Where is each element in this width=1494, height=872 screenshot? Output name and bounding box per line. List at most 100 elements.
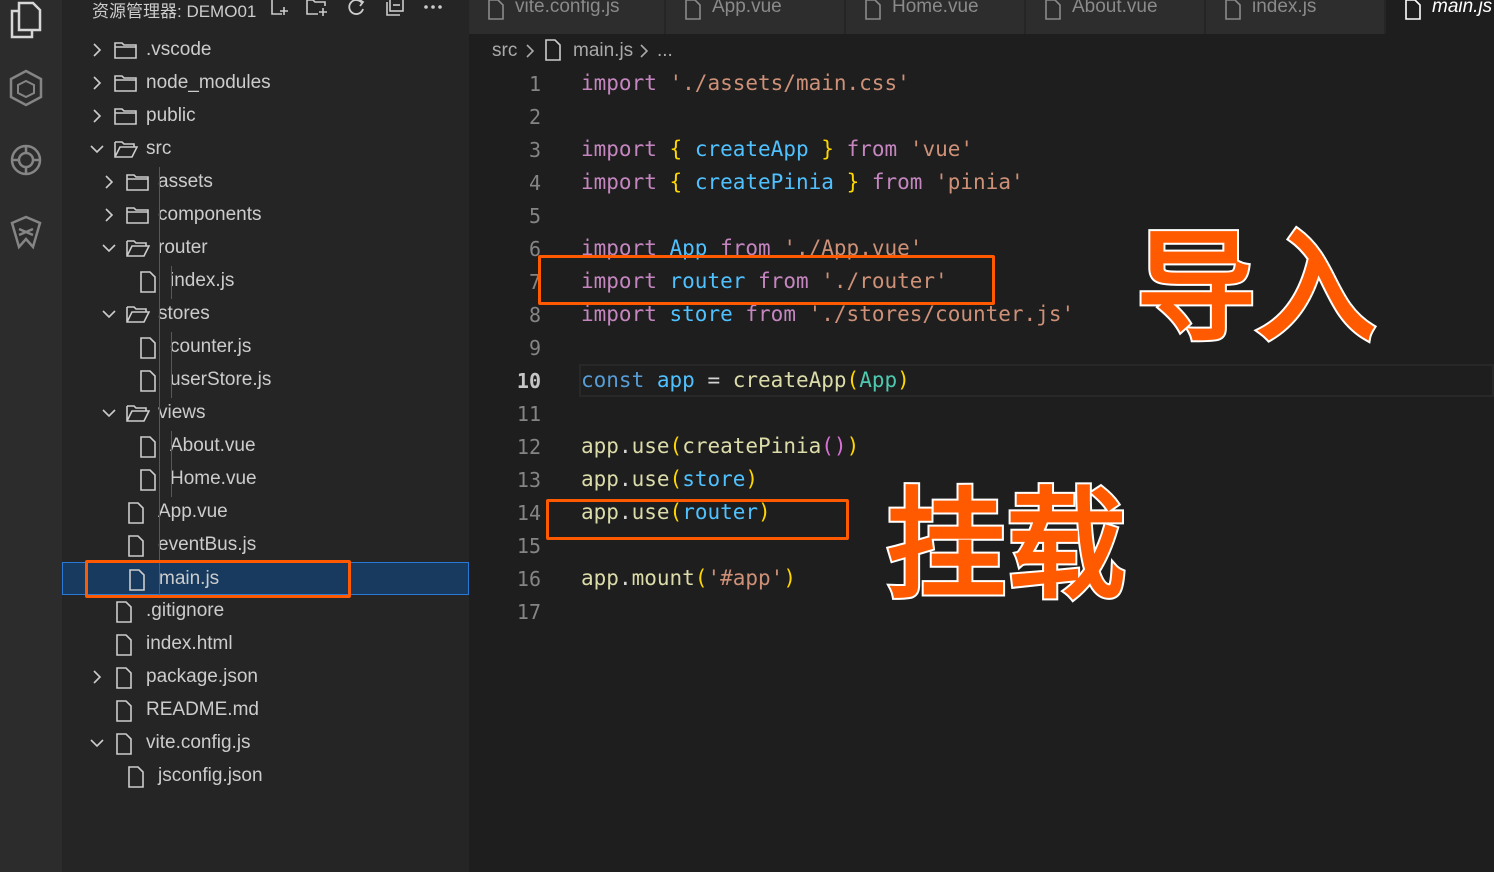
code-token: ( [694, 566, 708, 590]
chevron-right-icon[interactable] [102, 207, 116, 223]
chevron-right-icon [524, 42, 536, 66]
code-line[interactable]: app.use(createPinia()) [581, 430, 859, 463]
code-token: from [871, 170, 923, 194]
editor-tab-label: Home.vue [892, 0, 979, 17]
main-js-highlight [85, 560, 351, 598]
code-token: ( [846, 368, 860, 392]
tree-item-label: components [158, 204, 262, 225]
code-line[interactable]: const app = createApp(App) [581, 364, 910, 397]
code-line[interactable]: import './assets/main.css' [581, 67, 910, 100]
tree-item[interactable]: counter.js [62, 331, 469, 364]
more-icon[interactable] [422, 0, 444, 18]
tree-item[interactable]: index.html [62, 628, 469, 661]
code-token: { [669, 137, 683, 161]
tree-item[interactable]: App.vue [62, 496, 469, 529]
extensions-icon[interactable] [6, 68, 46, 108]
code-token: app [581, 434, 619, 458]
editor-tab[interactable]: Home.vue [846, 0, 1025, 34]
chevron-right-icon[interactable] [90, 669, 104, 685]
tree-item[interactable]: .gitignore [62, 595, 469, 628]
chevron-down-icon[interactable] [102, 306, 116, 322]
tree-item-label: About.vue [170, 435, 256, 456]
tree-item[interactable]: .vscode [62, 34, 469, 67]
chevron-right-icon[interactable] [90, 75, 104, 91]
file-icon [114, 700, 138, 722]
explorer-title: 资源管理器: DEMO01 [92, 2, 257, 21]
tree-item[interactable]: src [62, 133, 469, 166]
tree-item-label: src [146, 138, 172, 159]
file-icon [114, 733, 138, 755]
tree-item[interactable]: README.md [62, 694, 469, 727]
collapse-icon[interactable] [384, 0, 406, 18]
breadcrumb-file[interactable]: main.js [573, 40, 633, 62]
tree-item[interactable]: index.js [62, 265, 469, 298]
file-icon [1224, 0, 1242, 20]
refresh-icon[interactable] [345, 0, 367, 18]
chevron-down-icon[interactable] [102, 405, 116, 421]
line-number: 6 [528, 237, 541, 261]
file-icon [684, 0, 702, 20]
code-line[interactable]: import { createApp } from 'vue' [581, 133, 973, 166]
explorer-icon[interactable] [6, 0, 46, 40]
tree-item[interactable]: views [62, 397, 469, 430]
code-token: app [581, 566, 619, 590]
chevron-right-icon[interactable] [102, 174, 116, 190]
chevron-right-icon[interactable] [90, 108, 104, 124]
indent-guide [171, 431, 172, 497]
chatgpt-icon[interactable] [6, 140, 46, 180]
tree-item[interactable]: public [62, 100, 469, 133]
code-token: . [618, 566, 632, 590]
tree-item[interactable]: router [62, 232, 469, 265]
line-number: 7 [528, 270, 541, 294]
tree-item[interactable]: package.json [62, 661, 469, 694]
line-number: 16 [516, 567, 541, 591]
breadcrumb-more[interactable]: ... [657, 40, 673, 62]
folder-open-icon [126, 238, 151, 258]
editor-tab[interactable]: vite.config.js [469, 0, 665, 34]
code-token: from [846, 137, 898, 161]
tree-item-label: .vscode [146, 39, 212, 60]
code-token: from [745, 302, 796, 326]
tree-item[interactable]: stores [62, 298, 469, 331]
tree-item[interactable]: Home.vue [62, 463, 469, 496]
file-icon [1404, 0, 1422, 20]
tree-item[interactable]: eventBus.js [62, 529, 469, 562]
editor-tab[interactable]: main.js [1386, 0, 1494, 34]
code-token: () [821, 434, 847, 458]
file-icon [114, 601, 138, 623]
code-token: } [846, 170, 860, 194]
new-folder-icon[interactable] [306, 0, 328, 18]
editor-tab[interactable]: About.vue [1026, 0, 1205, 34]
tree-item[interactable]: userStore.js [62, 364, 469, 397]
code-token: import [581, 71, 657, 95]
chevron-down-icon[interactable] [102, 240, 116, 256]
code-token: = [694, 368, 733, 392]
file-icon [1044, 0, 1062, 20]
import-annotation: 导入 [1134, 217, 1378, 360]
editor-tab[interactable]: index.js [1206, 0, 1385, 34]
tree-item[interactable]: jsconfig.json [62, 760, 469, 793]
line-number: 12 [516, 435, 541, 459]
tree-item[interactable]: assets [62, 166, 469, 199]
copilot-icon[interactable] [6, 212, 46, 252]
tree-item-label: Home.vue [170, 468, 257, 489]
code-line[interactable]: app.use(store) [581, 463, 758, 496]
activity-bar [0, 0, 62, 872]
code-line[interactable]: app.mount('#app') [581, 562, 796, 595]
tree-item-label: userStore.js [170, 369, 272, 390]
chevron-down-icon[interactable] [90, 141, 104, 157]
tree-item[interactable]: components [62, 199, 469, 232]
tree-item[interactable]: vite.config.js [62, 727, 469, 760]
breadcrumb-folder[interactable]: src [492, 40, 517, 62]
chevron-right-icon[interactable] [90, 42, 104, 58]
tree-item[interactable]: node_modules [62, 67, 469, 100]
code-line[interactable]: import { createPinia } from 'pinia' [581, 166, 1024, 199]
chevron-down-icon[interactable] [90, 735, 104, 751]
editor-tab[interactable]: App.vue [666, 0, 845, 34]
tree-item[interactable]: About.vue [62, 430, 469, 463]
new-file-icon[interactable] [268, 0, 290, 18]
